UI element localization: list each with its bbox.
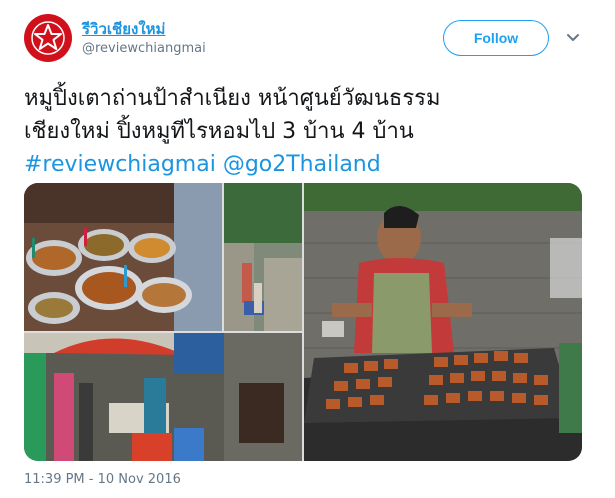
follow-button[interactable]: Follow bbox=[443, 20, 549, 56]
chevron-down-icon[interactable] bbox=[563, 28, 583, 48]
tweet-text-line: หมูปิ้งเตาถ่านป้าสำเนียง หน้าศูนย์วัฒนธร… bbox=[24, 86, 441, 111]
hashtag-link[interactable]: #reviewchiagmai bbox=[24, 152, 216, 177]
mention-link[interactable]: @go2Thailand bbox=[223, 152, 381, 177]
display-name[interactable]: รีวิวเชียงใหม่ bbox=[82, 17, 165, 41]
photo-grilling-pork[interactable] bbox=[304, 183, 582, 461]
tweet-text-line: เชียงใหม่ ปิ้งหมูทีไรหอมไป 3 บ้าน 4 บ้าน bbox=[24, 119, 414, 144]
avatar[interactable] bbox=[24, 14, 72, 62]
tweet-timestamp[interactable]: 11:39 PM - 10 Nov 2016 bbox=[24, 472, 181, 487]
photo-food-trays[interactable] bbox=[24, 183, 222, 331]
photo-market-stall[interactable] bbox=[24, 333, 302, 461]
photo-street-alley[interactable] bbox=[224, 183, 302, 331]
star-icon bbox=[31, 21, 65, 55]
tweet-card: รีวิวเชียงใหม่ @reviewchiangmai Follow ห… bbox=[0, 0, 615, 498]
user-handle[interactable]: @reviewchiangmai bbox=[82, 41, 206, 56]
media-grid bbox=[24, 183, 582, 461]
tweet-text: หมูปิ้งเตาถ่านป้าสำเนียง หน้าศูนย์วัฒนธร… bbox=[24, 82, 594, 181]
